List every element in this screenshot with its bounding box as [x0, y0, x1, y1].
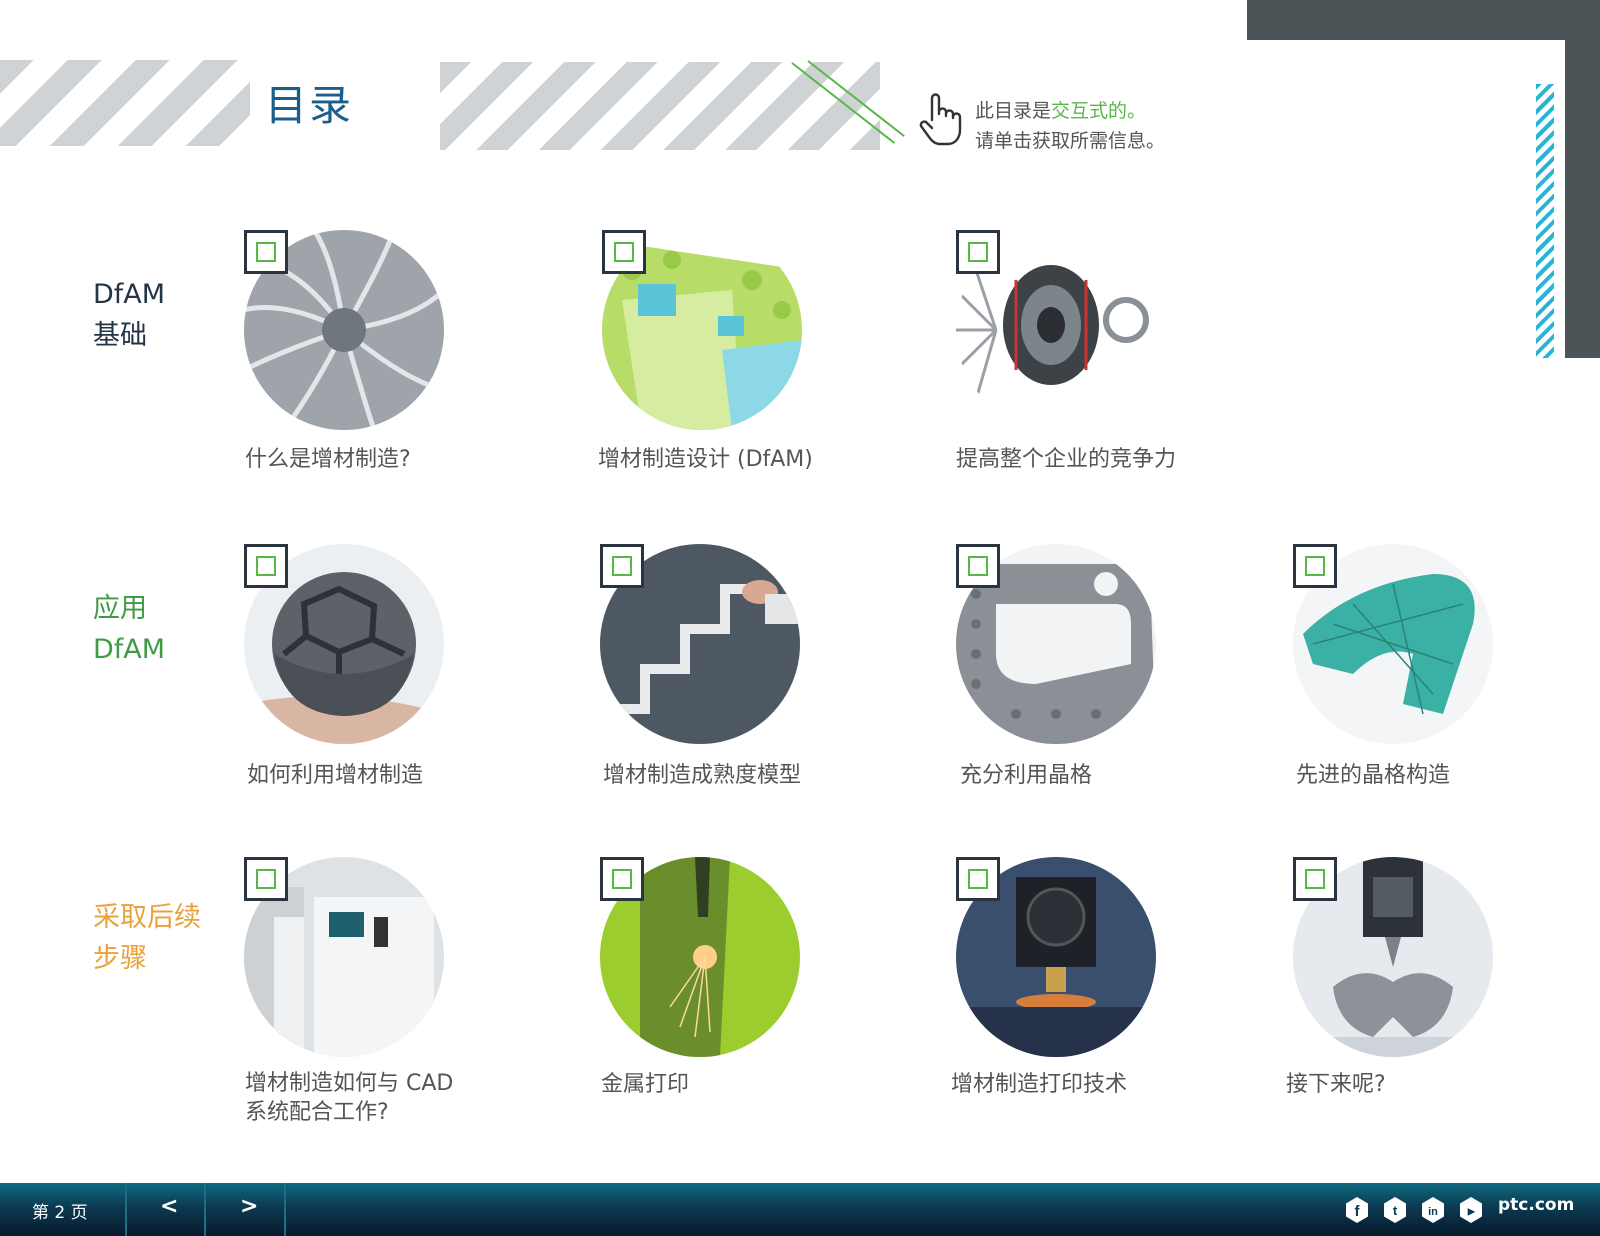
tile-caption[interactable]: 充分利用晶格 — [960, 761, 1092, 790]
tile-checkbox[interactable] — [956, 857, 1000, 901]
prev-page-button[interactable]: < — [160, 1194, 178, 1219]
tile-checkbox[interactable] — [1293, 857, 1337, 901]
section-label-line: 采取后续 — [93, 902, 201, 933]
section-label-apply-dfam: 应用 DfAM — [93, 588, 165, 670]
tile-caption[interactable]: 什么是增材制造? — [245, 445, 411, 474]
section-label-line: 步骤 — [93, 943, 147, 974]
toc-tile-what-is-am[interactable] — [244, 230, 444, 430]
section-label-next-steps: 采取后续 步骤 — [93, 897, 201, 979]
toc-tile-how-to-use-am[interactable] — [244, 544, 444, 744]
tile-checkbox[interactable] — [1293, 544, 1337, 588]
tile-caption[interactable]: 如何利用增材制造 — [247, 761, 423, 790]
corner-block-side — [1565, 40, 1600, 358]
twitter-glyph: t — [1393, 1203, 1398, 1218]
youtube-icon[interactable]: ▶ — [1457, 1196, 1485, 1224]
tile-caption-line: 增材制造如何与 CAD — [245, 1071, 454, 1096]
toc-tile-am-cad[interactable] — [244, 857, 444, 1057]
footer-bar: 第 2 页 < > f t in ▶ ptc.com — [0, 1183, 1600, 1236]
section-label-dfam-basics: DfAM 基础 — [93, 274, 165, 356]
header-stripes-middle — [440, 62, 880, 150]
linkedin-glyph: in — [1428, 1206, 1438, 1218]
tile-checkbox[interactable] — [602, 230, 646, 274]
interactive-hint: 此目录是交互式的。 请单击获取所需信息。 — [975, 96, 1165, 156]
youtube-glyph: ▶ — [1468, 1207, 1476, 1218]
tile-checkbox[interactable] — [244, 230, 288, 274]
toc-tile-lattices[interactable] — [956, 544, 1156, 744]
tile-checkbox[interactable] — [600, 857, 644, 901]
footer-divider — [204, 1183, 206, 1236]
tile-checkbox[interactable] — [244, 544, 288, 588]
corner-block-top — [1247, 0, 1600, 40]
corner-hatch — [1536, 84, 1554, 358]
toc-tile-whats-next[interactable] — [1293, 857, 1493, 1057]
toc-tile-dfam[interactable] — [602, 230, 802, 430]
tile-caption[interactable]: 增材制造成熟度模型 — [603, 761, 801, 790]
next-page-button[interactable]: > — [240, 1194, 258, 1219]
hint-highlight: 交互式的。 — [1051, 100, 1147, 122]
tile-caption[interactable]: 增材制造设计 (DfAM) — [598, 445, 813, 474]
facebook-icon[interactable]: f — [1343, 1196, 1371, 1224]
hint-prefix: 此目录是 — [975, 100, 1052, 122]
section-label-line: DfAM — [93, 279, 166, 310]
toc-tile-competitiveness[interactable] — [956, 230, 1156, 430]
section-label-line: 基础 — [93, 320, 147, 351]
footer-divider — [125, 1183, 127, 1236]
toc-tile-printing-tech[interactable] — [956, 857, 1156, 1057]
tile-caption[interactable]: 增材制造打印技术 — [951, 1070, 1127, 1099]
tile-caption[interactable]: 金属打印 — [601, 1070, 689, 1099]
tile-checkbox[interactable] — [956, 544, 1000, 588]
tile-caption-cad[interactable]: 增材制造如何与 CAD 系统配合工作? — [245, 1069, 453, 1127]
page-title: 目录 — [265, 81, 354, 130]
tile-caption[interactable]: 接下来呢? — [1286, 1070, 1386, 1099]
header-stripes-left — [0, 60, 250, 146]
tile-caption-line: 系统配合工作? — [245, 1100, 389, 1125]
twitter-icon[interactable]: t — [1381, 1196, 1409, 1224]
tile-caption[interactable]: 先进的晶格构造 — [1296, 761, 1450, 790]
hint-line2: 请单击获取所需信息。 — [975, 130, 1166, 152]
linkedin-icon[interactable]: in — [1419, 1196, 1447, 1224]
footer-divider — [284, 1183, 286, 1236]
section-label-line: 应用 — [93, 593, 147, 624]
section-label-line: DfAM — [93, 634, 166, 665]
toc-tile-advanced-lattices[interactable] — [1293, 544, 1493, 744]
toc-tile-metal-printing[interactable] — [600, 857, 800, 1057]
tile-checkbox[interactable] — [956, 230, 1000, 274]
tile-caption[interactable]: 提高整个企业的竞争力 — [956, 445, 1176, 474]
toc-tile-maturity-model[interactable] — [600, 544, 800, 744]
page-number: 第 2 页 — [32, 1203, 88, 1223]
tile-checkbox[interactable] — [244, 857, 288, 901]
pointer-hand-icon — [919, 93, 962, 146]
tile-checkbox[interactable] — [600, 544, 644, 588]
site-link[interactable]: ptc.com — [1498, 1195, 1574, 1215]
